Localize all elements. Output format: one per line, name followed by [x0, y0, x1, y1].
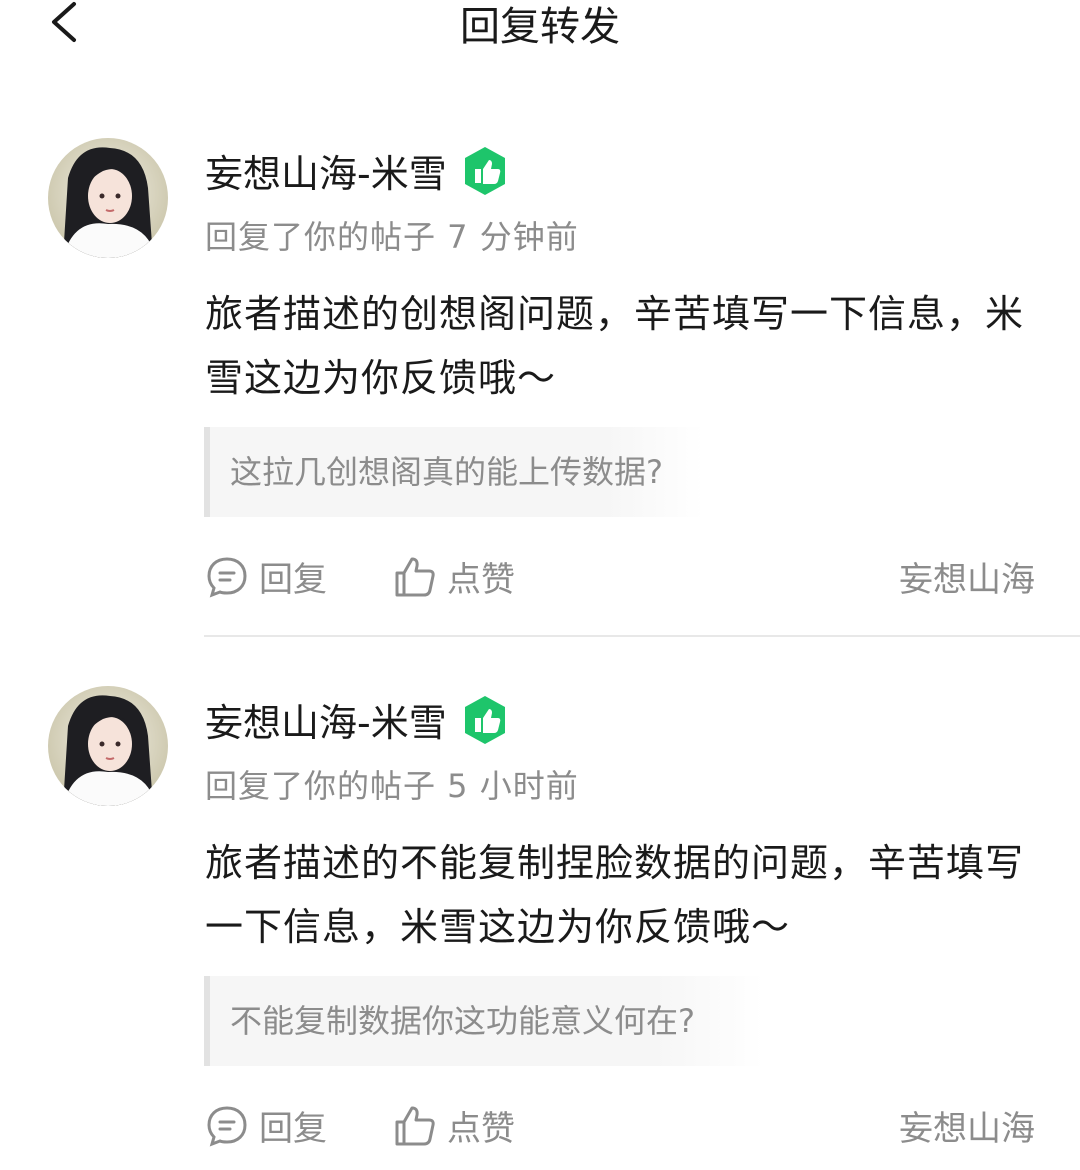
quoted-post[interactable]: 不能复制数据你这功能意义何在? [204, 976, 764, 1066]
source-link[interactable]: 妄想山海 [899, 1101, 1035, 1150]
like-label: 点赞 [447, 560, 515, 600]
like-button[interactable]: 点赞 [393, 1101, 515, 1150]
thumbs-up-badge-icon [464, 146, 505, 195]
user-row: 妄想山海-米雪 [205, 143, 511, 198]
like-button[interactable]: 点赞 [393, 552, 515, 601]
action-bar: 回复 点赞 妄想山海 [205, 552, 1035, 602]
reply-label: 回复 [259, 1109, 327, 1149]
source-link[interactable]: 妄想山海 [899, 552, 1035, 601]
thumbs-up-icon [395, 557, 435, 596]
reply-content: 旅者描述的创想阁问题，辛苦填写一下信息，米雪这边为你反馈哦～ [205, 292, 1025, 400]
thumbs-up-icon [395, 1106, 435, 1145]
username[interactable]: 妄想山海-米雪 [205, 143, 447, 198]
reply-label: 回复 [259, 560, 327, 600]
user-row: 妄想山海-米雪 [205, 692, 511, 747]
page-title: 回复转发 [460, 4, 620, 50]
reply-content: 旅者描述的不能复制捏脸数据的问题，辛苦填写一下信息，米雪这边为你反馈哦～ [205, 841, 1025, 949]
avatar[interactable] [48, 686, 168, 806]
action-bar: 回复 点赞 妄想山海 [205, 1101, 1035, 1151]
header: 回复转发 [0, 0, 1080, 60]
reply-meta: 回复了你的帖子 7 分钟前 [205, 218, 579, 256]
reply-meta: 回复了你的帖子 5 小时前 [205, 767, 579, 805]
reply-button[interactable]: 回复 [205, 552, 327, 601]
thumbs-up-badge-icon [464, 695, 505, 744]
chat-bubble-icon [207, 556, 247, 597]
quoted-post[interactable]: 这拉几创想阁真的能上传数据? [204, 427, 704, 517]
username[interactable]: 妄想山海-米雪 [205, 692, 447, 747]
like-label: 点赞 [447, 1109, 515, 1149]
divider [204, 635, 1080, 637]
avatar[interactable] [48, 138, 168, 258]
chat-bubble-icon [207, 1105, 247, 1146]
reply-button[interactable]: 回复 [205, 1101, 327, 1150]
